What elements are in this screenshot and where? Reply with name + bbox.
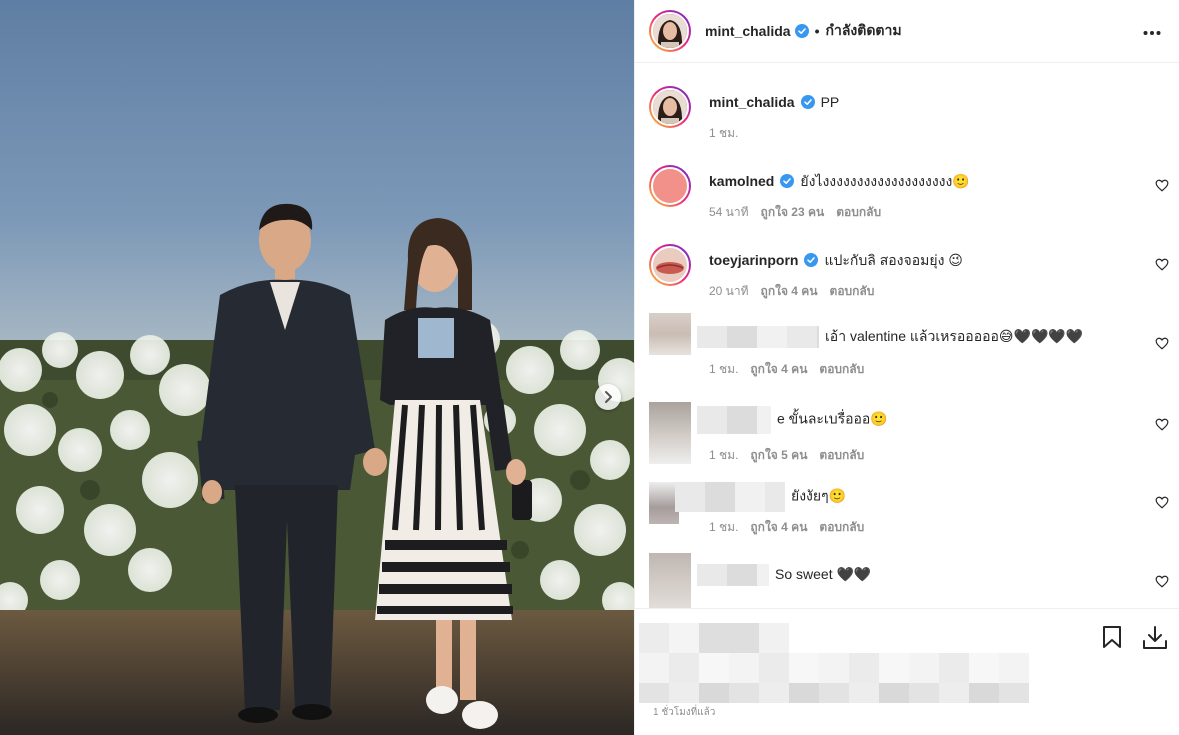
comment-time: 1 ชม.	[709, 448, 739, 462]
comment-meta: 1 ชม. ถูกใจ 4 คน ตอบกลับ	[709, 518, 1139, 537]
comments-list[interactable]: mint_chalida PP 1 ชม. kamolned ยังไงงงงงงง…	[635, 64, 1179, 608]
download-icon[interactable]	[1141, 625, 1169, 651]
comment-time: 1 ชม.	[709, 520, 739, 534]
verified-badge-icon	[800, 95, 815, 109]
post-footer: 1 ชั่วโมงที่แล้ว	[635, 608, 1179, 735]
caption-username[interactable]: mint_chalida	[709, 94, 795, 110]
blurred-username[interactable]	[697, 326, 819, 349]
reply-button[interactable]: ตอบกลับ	[819, 360, 864, 379]
post-header: mint_chalida • กำลังติดตาม	[635, 0, 1179, 63]
comment-meta: 1 ชม. ถูกใจ 4 คน ตอบกลับ	[709, 360, 1139, 379]
reply-button[interactable]: ตอบกลับ	[819, 446, 864, 465]
author-name-row: mint_chalida • กำลังติดตาม	[705, 20, 902, 42]
more-options-button[interactable]	[1139, 19, 1165, 43]
heart-icon[interactable]	[1155, 258, 1169, 271]
commenter-avatar[interactable]	[649, 313, 691, 355]
separator-dot: •	[814, 23, 820, 39]
comment-text: ยังไงงงงงงงงงงงงงงงงงงง🙂	[800, 173, 970, 189]
caption-time: 1 ชม.	[709, 126, 739, 140]
comment-likes-link[interactable]: ถูกใจ 4 คน	[750, 518, 807, 537]
author-username[interactable]: mint_chalida	[705, 23, 791, 39]
comment-likes-link[interactable]: ถูกใจ 5 คน	[750, 446, 807, 465]
comment-time: 1 ชม.	[709, 362, 739, 377]
reply-button[interactable]: ตอบกลับ	[836, 203, 881, 222]
comment-meta: 20 นาที ถูกใจ 4 คน ตอบกลับ	[709, 282, 1139, 301]
caption-text: PP	[820, 94, 840, 110]
verified-badge-icon	[794, 24, 809, 38]
commenter-avatar[interactable]	[649, 553, 691, 608]
author-avatar-image	[653, 14, 687, 48]
comment-likes-link[interactable]: ถูกใจ 23 คน	[761, 203, 825, 222]
heart-icon[interactable]	[1155, 179, 1169, 192]
following-button[interactable]: กำลังติดตาม	[826, 20, 902, 42]
comment-text: เอ้า valentine แล้วเหรอออออ😅🖤🖤🖤🖤	[825, 328, 1084, 344]
next-photo-button[interactable]	[595, 384, 621, 410]
blurred-username[interactable]	[675, 482, 785, 512]
heart-icon[interactable]	[1155, 575, 1169, 588]
post-timestamp: 1 ชั่วโมงที่แล้ว	[653, 707, 716, 718]
reply-button[interactable]: ตอบกลับ	[819, 518, 864, 537]
blurred-username[interactable]	[697, 406, 771, 434]
comment-text: แปะกับลิ สองจอมยุ่ง 😉	[824, 252, 963, 268]
commenter-avatar[interactable]	[649, 244, 691, 286]
reply-button[interactable]: ตอบกลับ	[830, 282, 875, 301]
author-avatar[interactable]	[649, 10, 691, 52]
commenter-avatar[interactable]	[649, 402, 691, 464]
comment-likes-link[interactable]: ถูกใจ 4 คน	[761, 282, 818, 301]
comment-text: e ขั้นละเบรื่อออ🙂	[777, 410, 888, 427]
heart-icon[interactable]	[1155, 337, 1169, 350]
comment-meta: 54 นาที ถูกใจ 23 คน ตอบกลับ	[709, 203, 1139, 222]
heart-icon[interactable]	[1155, 496, 1169, 509]
comment-time: 20 นาที	[709, 284, 749, 298]
comment-text: So sweet 🖤🖤	[775, 566, 872, 582]
heart-icon[interactable]	[1155, 418, 1169, 431]
commenter-avatar[interactable]	[649, 165, 691, 207]
comment-time: 54 นาที	[709, 205, 749, 219]
comment-meta: 1 ชม. ถูกใจ 5 คน ตอบกลับ	[709, 446, 1139, 465]
caption-meta: 1 ชม.	[709, 124, 1139, 143]
post-photo[interactable]	[0, 0, 634, 735]
blurred-username[interactable]	[697, 564, 769, 587]
caption-avatar[interactable]	[649, 86, 691, 128]
comment-likes-link[interactable]: ถูกใจ 4 คน	[750, 360, 807, 379]
verified-badge-icon	[780, 174, 795, 188]
commenter-username[interactable]: kamolned	[709, 173, 774, 189]
next-arrow-icon	[605, 391, 612, 403]
blurred-likes-area	[639, 623, 1029, 703]
save-bookmark-icon[interactable]	[1101, 625, 1123, 649]
post-side-panel: mint_chalida • กำลังติดตาม mint_chalida …	[634, 0, 1179, 735]
commenter-username[interactable]: toeyjarinporn	[709, 252, 798, 268]
comment-text: ยังงัยๆ🙂	[791, 487, 847, 504]
verified-badge-icon	[804, 253, 819, 267]
couple-illustration	[197, 203, 532, 729]
more-options-icon	[1143, 31, 1161, 35]
